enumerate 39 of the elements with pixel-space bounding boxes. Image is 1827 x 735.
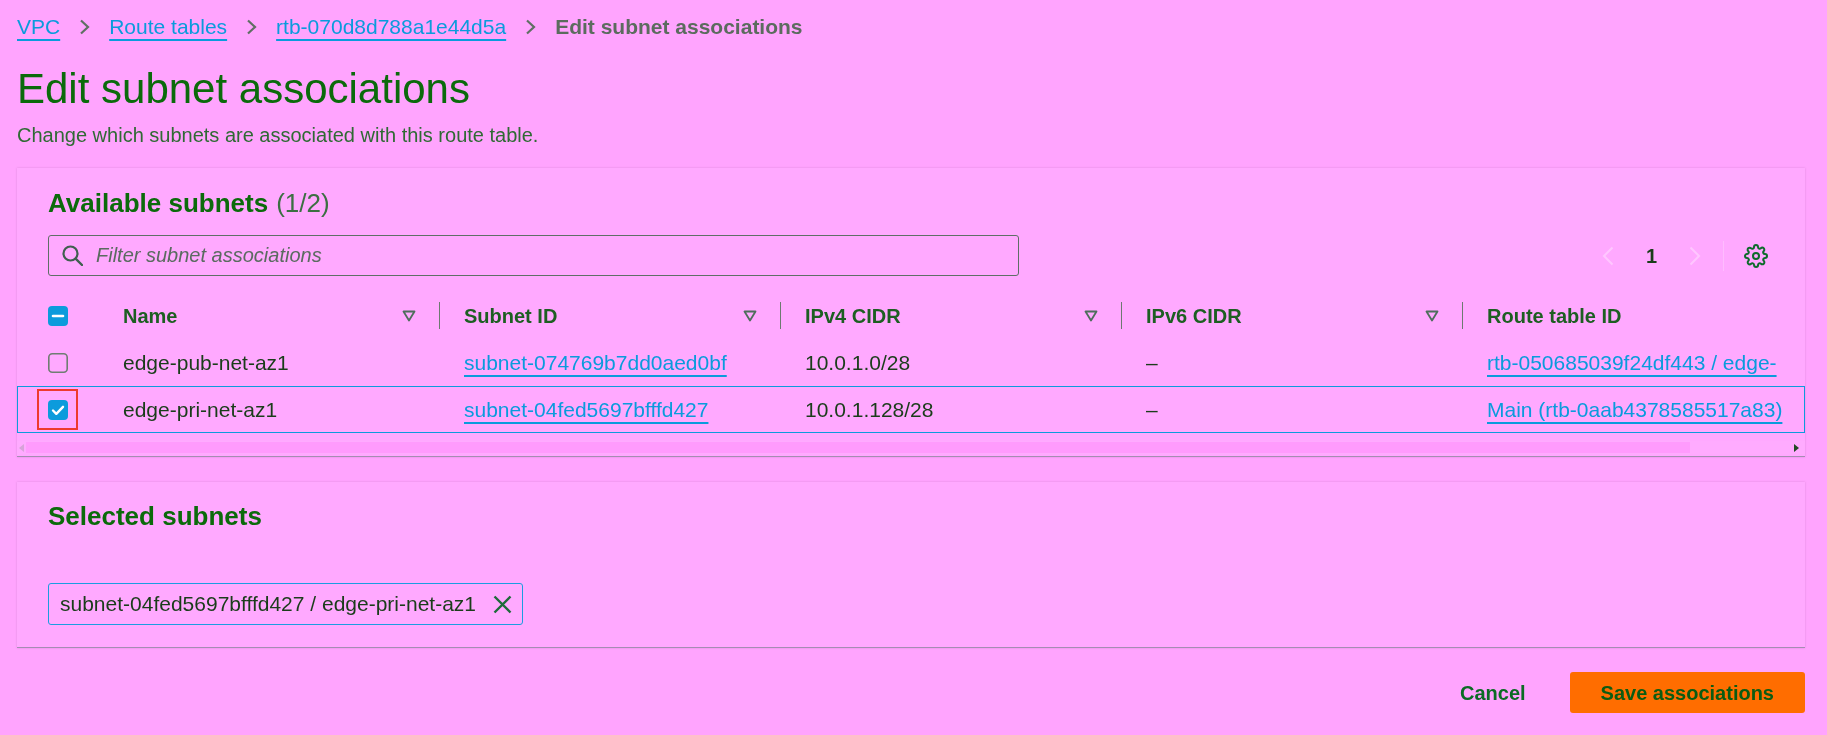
token-label: subnet-04fed5697bfffd427 / edge-pri-net-az1 — [60, 591, 477, 618]
panel-heading: Selected subnets — [48, 500, 263, 532]
page-number[interactable]: 1 — [1645, 240, 1657, 271]
cancel-button[interactable]: Cancel — [1443, 672, 1542, 713]
row-checkbox[interactable] — [47, 399, 68, 420]
page-title: Edit subnet associations — [17, 64, 471, 114]
column-header[interactable]: IPv6 CIDR — [1146, 300, 1425, 331]
save-button[interactable]: Save associations — [1569, 672, 1805, 713]
row-checkbox[interactable] — [48, 352, 68, 373]
select-all-checkbox[interactable] — [48, 305, 68, 326]
table-row[interactable]: edge-pub-net-az1 subnet-074769b7dd0aed0bf 10.0.1.0/28 – rtb-050685039f24df443 / edge- — [17, 339, 1805, 386]
table-cell: – — [1146, 350, 1158, 374]
chevron-right-icon — [79, 19, 91, 35]
table-cell: 10.0.1.128/28 — [805, 397, 934, 421]
selection-count: (1/2) — [276, 187, 330, 219]
search-icon — [62, 245, 83, 266]
column-header[interactable]: IPv4 CIDR — [805, 300, 1084, 331]
filter-field[interactable]: Filter subnet associations — [48, 235, 1019, 276]
column-header[interactable]: Subnet ID — [464, 300, 743, 331]
column-header[interactable]: Route table ID — [1487, 300, 1798, 331]
table-row[interactable]: edge-pri-net-az1 subnet-04fed5697bfffd427 10.0.1.128/28 – Main (rtb-0aab4378585517a83) — [17, 386, 1805, 433]
page-description: Change which subnets are associated with this route table. — [17, 123, 540, 148]
table-cell: edge-pub-net-az1 — [123, 350, 289, 374]
breadcrumb-current: Edit subnet associations — [555, 14, 803, 41]
table-cell: edge-pri-net-az1 — [123, 397, 278, 421]
chevron-right-icon — [246, 19, 258, 35]
sort-icon[interactable] — [402, 309, 416, 322]
table-cell: – — [1146, 397, 1158, 421]
column-header[interactable]: Name — [123, 300, 402, 331]
chevron-right-icon — [525, 19, 537, 35]
horizontal-scrollbar[interactable] — [17, 441, 1805, 454]
close-icon[interactable] — [493, 594, 513, 614]
table-cell: 10.0.1.0/28 — [805, 350, 911, 374]
sort-icon[interactable] — [743, 309, 757, 322]
caret-right-icon[interactable] — [1794, 443, 1799, 452]
sort-icon[interactable] — [1084, 309, 1098, 322]
panel-heading: Available subnets — [48, 187, 269, 219]
sort-icon[interactable] — [1425, 309, 1439, 322]
settings-icon[interactable] — [1744, 243, 1768, 268]
